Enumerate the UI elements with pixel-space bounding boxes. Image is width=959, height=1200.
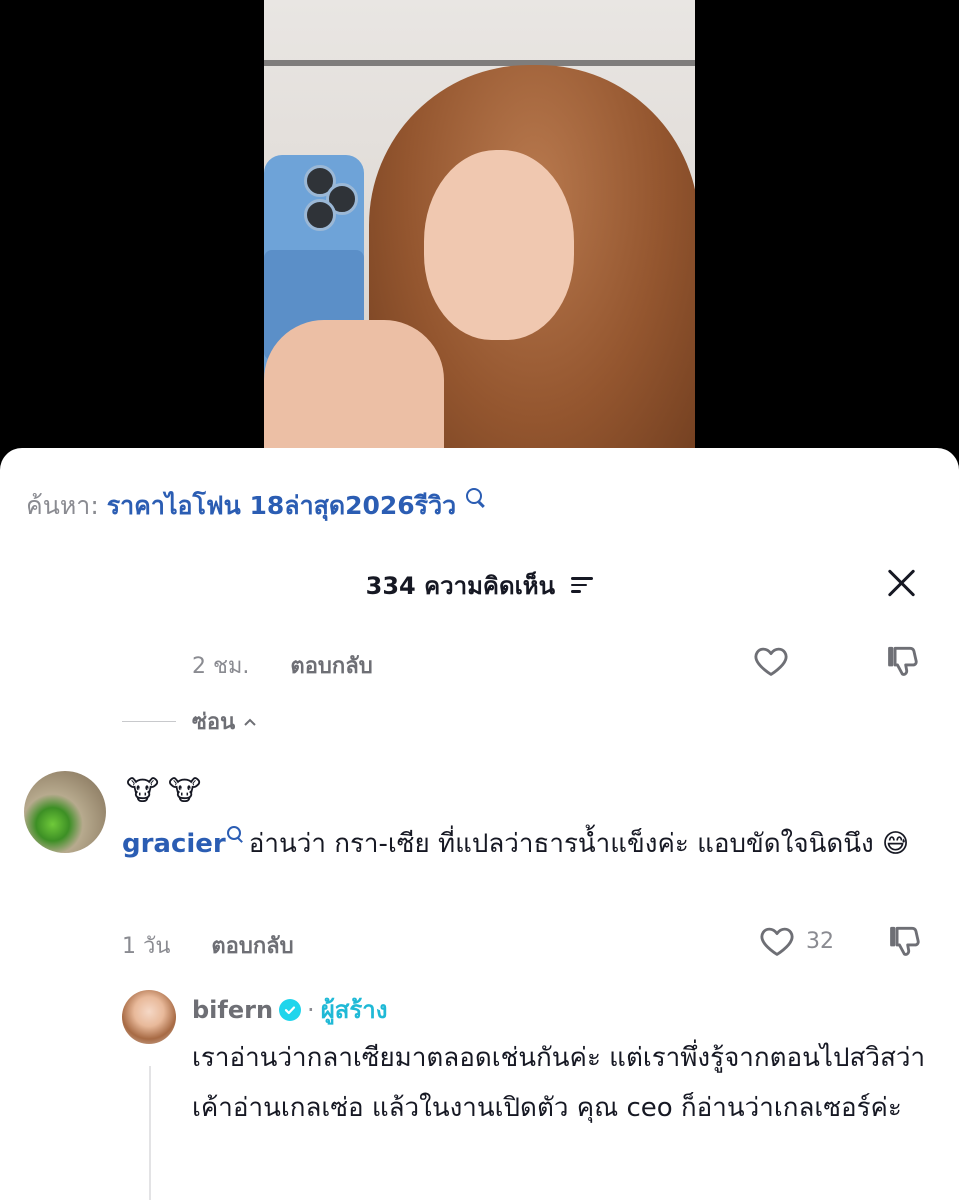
dislike-button[interactable] bbox=[884, 642, 922, 680]
hide-replies-toggle[interactable]: ซ่อน bbox=[122, 704, 257, 739]
reply-text: เราอ่านว่ากลาเซียมาตลอดเช่นกันค่ะ แต่เรา… bbox=[192, 1043, 926, 1123]
heart-icon bbox=[760, 927, 794, 956]
search-query-link[interactable]: ราคาไอโฟน 18ล่าสุด2026รีวิว bbox=[107, 491, 456, 520]
reply-button[interactable]: ตอบกลับ bbox=[211, 934, 293, 959]
like-button[interactable]: 32 bbox=[758, 922, 834, 960]
camera-lens bbox=[304, 199, 336, 231]
comment-time: 2 ชม. bbox=[192, 654, 250, 679]
close-icon[interactable] bbox=[887, 568, 917, 598]
like-count: 32 bbox=[806, 928, 834, 954]
comment-body: gracier อ่านว่า กรา-เซีย ที่แปลว่าธารน้ำแ… bbox=[122, 820, 932, 868]
chevron-up-icon bbox=[244, 718, 256, 726]
ceiling-rail bbox=[264, 60, 695, 66]
avatar[interactable] bbox=[24, 771, 106, 853]
verified-badge-icon bbox=[279, 998, 302, 1021]
sort-icon[interactable] bbox=[571, 577, 594, 593]
thumbs-down-icon bbox=[890, 926, 920, 956]
video-thumbnail[interactable] bbox=[264, 0, 695, 470]
creator-badge: ผู้สร้าง bbox=[320, 996, 388, 1024]
reply-thread-line bbox=[149, 1066, 151, 1200]
search-icon bbox=[226, 826, 241, 840]
comments-sheet: ค้นหา: ราคาไอโฟน 18ล่าสุด2026รีวิว 334 ค… bbox=[0, 448, 959, 1200]
like-button[interactable] bbox=[752, 642, 790, 680]
comment-text: อ่านว่า กรา-เซีย ที่แปลว่าธารน้ำแข็งค่ะ … bbox=[248, 829, 910, 859]
comment-emoji-line: 🐮 🐮 bbox=[126, 774, 202, 807]
video-area[interactable] bbox=[0, 0, 959, 470]
person-face bbox=[424, 150, 574, 340]
search-icon bbox=[466, 488, 483, 504]
search-suggestion[interactable]: ค้นหา: ราคาไอโฟน 18ล่าสุด2026รีวิว bbox=[26, 486, 483, 526]
separator-dot: · bbox=[307, 995, 315, 1024]
search-prefix: ค้นหา: bbox=[26, 491, 99, 520]
comment-username[interactable]: gracier bbox=[122, 829, 226, 859]
avatar[interactable] bbox=[122, 990, 176, 1044]
hide-label: ซ่อน bbox=[192, 710, 236, 735]
reply-header: bifern · ผู้สร้าง bbox=[192, 990, 387, 1029]
thumbs-down-icon bbox=[888, 646, 918, 676]
heart-icon bbox=[754, 647, 788, 676]
dislike-button[interactable] bbox=[886, 922, 924, 960]
divider-line bbox=[122, 720, 176, 723]
comments-header: 334 ความคิดเห็น bbox=[0, 566, 959, 605]
previous-reply-meta: 2 ชม. ตอบกลับ bbox=[192, 648, 373, 683]
comment-meta: 1 วัน ตอบกลับ bbox=[122, 928, 294, 963]
reply-username[interactable]: bifern bbox=[192, 996, 273, 1024]
reply-button[interactable]: ตอบกลับ bbox=[290, 654, 372, 679]
comments-count-title: 334 ความคิดเห็น bbox=[365, 572, 555, 600]
comment-time: 1 วัน bbox=[122, 934, 171, 959]
